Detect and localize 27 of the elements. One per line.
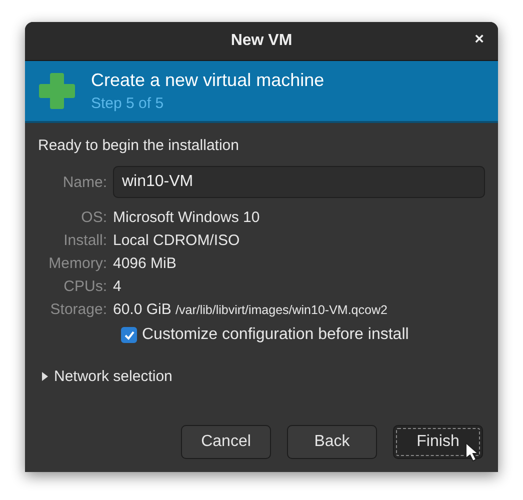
field-value: Local CDROM/ISO	[113, 232, 240, 249]
window-title: New VM	[230, 32, 292, 50]
close-button[interactable]: ×	[472, 31, 486, 49]
focused-button[interactable]: Finish	[393, 425, 483, 459]
network-expander[interactable]: Network selection	[42, 368, 485, 385]
field-label: Memory:	[48, 255, 107, 272]
banner-title: Create a new virtual machine	[91, 70, 324, 91]
field-value: Microsoft Windows 10	[113, 209, 260, 226]
field-label: Storage:	[49, 301, 107, 318]
dialog-button[interactable]: Cancel	[181, 425, 271, 459]
dialog-button[interactable]: Back	[287, 425, 377, 459]
field-label: OS:	[80, 209, 107, 226]
step-label: Step 5 of 5	[91, 95, 165, 112]
field-value: 4096 MiB	[113, 255, 176, 272]
field-label: Name:	[62, 174, 107, 190]
mouse-pointer-icon	[465, 442, 479, 462]
field-value: 60.0 GiB	[113, 301, 172, 318]
name-field[interactable]: win10-VM	[113, 166, 485, 198]
checkbox[interactable]	[121, 327, 137, 343]
storage-path: /var/lib/libvirt/images/win10-VM.qcow2	[176, 303, 388, 317]
field-value: 4	[113, 278, 122, 295]
field-label: CPUs:	[62, 278, 107, 295]
collapsed-arrow-icon	[42, 372, 48, 381]
plus-icon	[37, 71, 77, 111]
section-heading: Ready to begin the installation	[38, 137, 240, 154]
field-label: Install:	[62, 232, 107, 249]
checkbox-label: Customize configuration before install	[142, 326, 409, 344]
